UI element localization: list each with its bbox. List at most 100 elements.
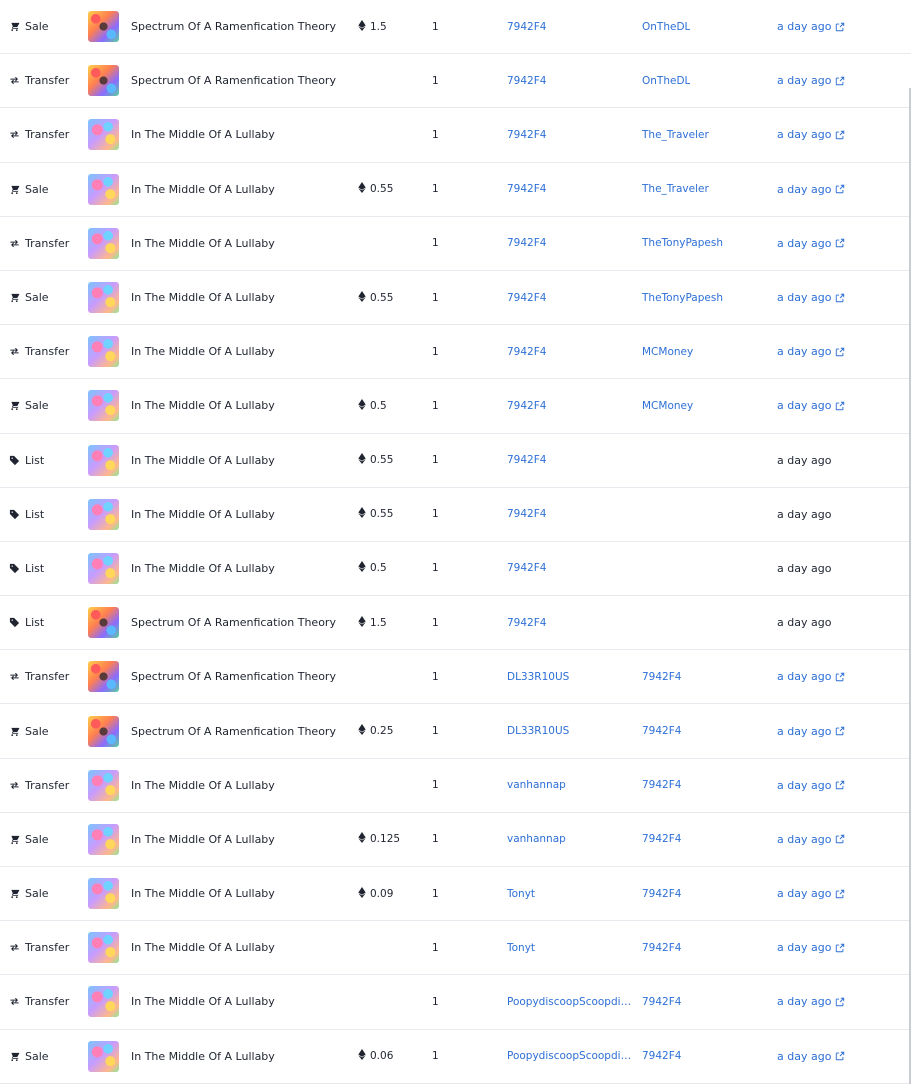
from-cell[interactable]: vanhannap — [507, 759, 635, 812]
to-cell[interactable] — [642, 434, 770, 487]
item-thumbnail[interactable] — [88, 119, 119, 151]
from-user-link[interactable]: 7942F4 — [507, 562, 546, 574]
item-name[interactable]: Spectrum Of A Ramenfication Theory — [131, 725, 336, 738]
from-cell[interactable]: 7942F4 — [507, 542, 635, 595]
to-user-link[interactable]: TheTonyPapesh — [642, 292, 723, 304]
item-thumbnail[interactable] — [88, 65, 119, 97]
item-cell[interactable]: Spectrum Of A Ramenfication Theory — [88, 704, 350, 757]
item-cell[interactable]: In The Middle Of A Lullaby — [88, 325, 350, 378]
item-cell[interactable]: In The Middle Of A Lullaby — [88, 921, 350, 974]
to-user-link[interactable]: OnTheDL — [642, 21, 690, 33]
item-cell[interactable]: In The Middle Of A Lullaby — [88, 108, 350, 161]
to-cell[interactable]: 7942F4 — [642, 813, 770, 866]
time-cell[interactable]: a day ago — [777, 217, 877, 270]
to-cell[interactable]: The_Traveler — [642, 108, 770, 161]
to-cell[interactable] — [642, 596, 770, 649]
from-user-link[interactable]: 7942F4 — [507, 292, 546, 304]
from-cell[interactable]: 7942F4 — [507, 325, 635, 378]
to-cell[interactable]: 7942F4 — [642, 1030, 770, 1083]
time-cell[interactable]: a day ago — [777, 650, 877, 703]
external-link-icon[interactable] — [831, 401, 845, 411]
item-name[interactable]: Spectrum Of A Ramenfication Theory — [131, 616, 336, 629]
time-link[interactable]: a day ago — [777, 399, 831, 412]
to-cell[interactable]: 7942F4 — [642, 759, 770, 812]
external-link-icon[interactable] — [831, 347, 845, 357]
item-name[interactable]: In The Middle Of A Lullaby — [131, 345, 275, 358]
item-thumbnail[interactable] — [88, 823, 119, 855]
from-user-link[interactable]: PoopydiscoopScoopdid... — [507, 1050, 633, 1062]
item-cell[interactable]: In The Middle Of A Lullaby — [88, 488, 350, 541]
external-link-icon[interactable] — [831, 76, 845, 86]
from-cell[interactable]: 7942F4 — [507, 488, 635, 541]
time-link[interactable]: a day ago — [777, 833, 831, 846]
time-cell[interactable]: a day ago — [777, 325, 877, 378]
time-cell[interactable]: a day ago — [777, 271, 877, 324]
to-user-link[interactable]: 7942F4 — [642, 888, 681, 900]
from-cell[interactable]: 7942F4 — [507, 271, 635, 324]
to-user-link[interactable]: The_Traveler — [642, 183, 709, 195]
item-name[interactable]: Spectrum Of A Ramenfication Theory — [131, 20, 336, 33]
from-user-link[interactable]: 7942F4 — [507, 183, 546, 195]
item-name[interactable]: In The Middle Of A Lullaby — [131, 128, 275, 141]
from-user-link[interactable]: 7942F4 — [507, 21, 546, 33]
time-cell[interactable]: a day ago — [777, 704, 877, 757]
item-cell[interactable]: In The Middle Of A Lullaby — [88, 813, 350, 866]
from-user-link[interactable]: 7942F4 — [507, 129, 546, 141]
item-name[interactable]: In The Middle Of A Lullaby — [131, 995, 275, 1008]
external-link-icon[interactable] — [831, 130, 845, 140]
time-link[interactable]: a day ago — [777, 237, 831, 250]
time-cell[interactable]: a day ago — [777, 54, 877, 107]
item-thumbnail[interactable] — [88, 282, 119, 314]
item-thumbnail[interactable] — [88, 227, 119, 259]
item-cell[interactable]: In The Middle Of A Lullaby — [88, 759, 350, 812]
to-cell[interactable]: OnTheDL — [642, 54, 770, 107]
item-name[interactable]: In The Middle Of A Lullaby — [131, 508, 275, 521]
time-cell[interactable]: a day ago — [777, 0, 877, 53]
from-user-link[interactable]: DL33R10US — [507, 671, 569, 683]
item-cell[interactable]: Spectrum Of A Ramenfication Theory — [88, 0, 350, 53]
time-link[interactable]: a day ago — [777, 887, 831, 900]
external-link-icon[interactable] — [831, 293, 845, 303]
to-cell[interactable]: OnTheDL — [642, 0, 770, 53]
item-cell[interactable]: In The Middle Of A Lullaby — [88, 867, 350, 920]
from-cell[interactable]: PoopydiscoopScoopdid... — [507, 975, 635, 1028]
item-name[interactable]: In The Middle Of A Lullaby — [131, 779, 275, 792]
to-cell[interactable]: 7942F4 — [642, 650, 770, 703]
from-user-link[interactable]: 7942F4 — [507, 617, 546, 629]
time-cell[interactable]: a day ago — [777, 867, 877, 920]
item-cell[interactable]: Spectrum Of A Ramenfication Theory — [88, 650, 350, 703]
external-link-icon[interactable] — [831, 997, 845, 1007]
external-link-icon[interactable] — [831, 943, 845, 953]
from-user-link[interactable]: PoopydiscoopScoopdid... — [507, 996, 633, 1008]
item-thumbnail[interactable] — [88, 986, 119, 1018]
to-user-link[interactable]: 7942F4 — [642, 779, 681, 791]
to-cell[interactable]: The_Traveler — [642, 163, 770, 216]
external-link-icon[interactable] — [831, 780, 845, 790]
time-cell[interactable]: a day ago — [777, 921, 877, 974]
item-thumbnail[interactable] — [88, 932, 119, 964]
from-cell[interactable]: 7942F4 — [507, 54, 635, 107]
from-cell[interactable]: 7942F4 — [507, 108, 635, 161]
external-link-icon[interactable] — [831, 184, 845, 194]
item-thumbnail[interactable] — [88, 336, 119, 368]
time-link[interactable]: a day ago — [777, 779, 831, 792]
item-cell[interactable]: In The Middle Of A Lullaby — [88, 163, 350, 216]
from-cell[interactable]: Tonyt — [507, 921, 635, 974]
external-link-icon[interactable] — [831, 22, 845, 32]
to-cell[interactable]: 7942F4 — [642, 975, 770, 1028]
to-user-link[interactable]: 7942F4 — [642, 671, 681, 683]
item-cell[interactable]: Spectrum Of A Ramenfication Theory — [88, 54, 350, 107]
from-cell[interactable]: 7942F4 — [507, 596, 635, 649]
to-user-link[interactable]: OnTheDL — [642, 75, 690, 87]
to-cell[interactable]: TheTonyPapesh — [642, 271, 770, 324]
from-user-link[interactable]: vanhannap — [507, 833, 566, 845]
item-thumbnail[interactable] — [88, 173, 119, 205]
time-link[interactable]: a day ago — [777, 291, 831, 304]
from-cell[interactable]: 7942F4 — [507, 163, 635, 216]
item-thumbnail[interactable] — [88, 444, 119, 476]
from-cell[interactable]: vanhannap — [507, 813, 635, 866]
from-cell[interactable]: Tonyt — [507, 867, 635, 920]
item-name[interactable]: In The Middle Of A Lullaby — [131, 237, 275, 250]
item-cell[interactable]: In The Middle Of A Lullaby — [88, 217, 350, 270]
time-link[interactable]: a day ago — [777, 670, 831, 683]
